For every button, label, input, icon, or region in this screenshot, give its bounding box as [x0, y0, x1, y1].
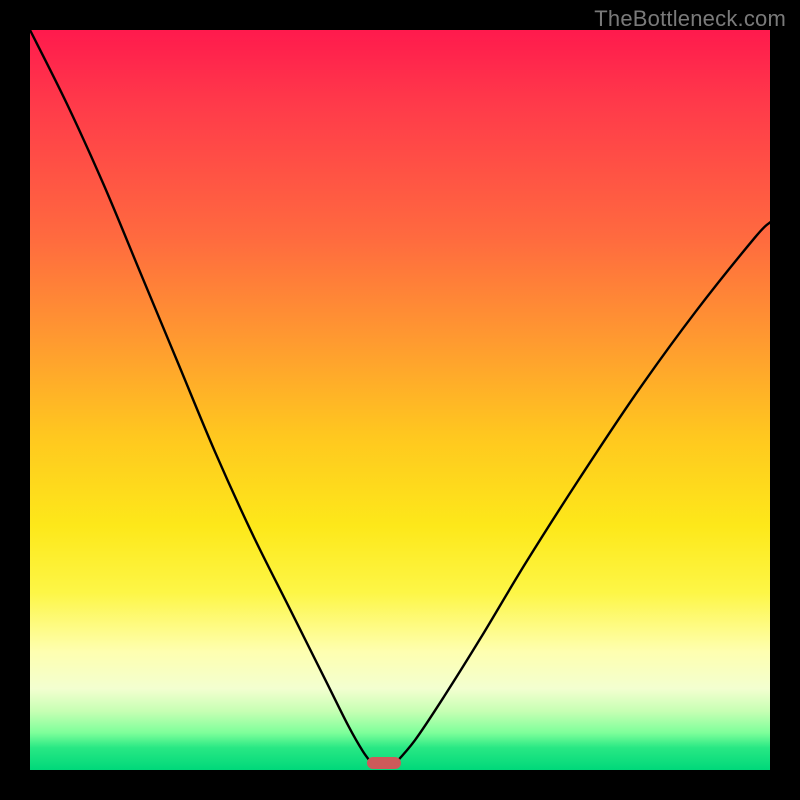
curve-left-branch: [30, 30, 374, 766]
plot-area: [30, 30, 770, 770]
minimum-marker: [367, 757, 401, 769]
curve-right-branch: [393, 222, 770, 766]
chart-frame: TheBottleneck.com: [0, 0, 800, 800]
bottleneck-curve: [30, 30, 770, 770]
watermark-text: TheBottleneck.com: [594, 6, 786, 32]
